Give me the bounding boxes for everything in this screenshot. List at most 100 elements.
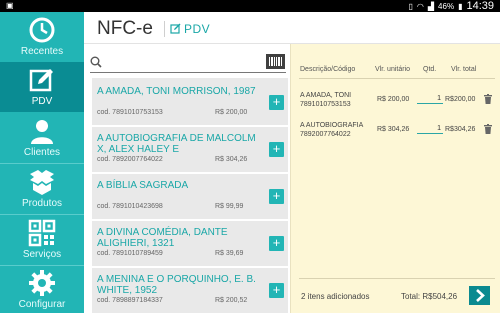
total-value: R$504,26 (422, 292, 458, 301)
plus-icon: + (272, 94, 281, 109)
column-header-qty: Qtd. (423, 66, 437, 73)
boxes-icon (30, 170, 54, 195)
product-name: A MENINA E O PORQUINHO, E. B. WHITE, 195… (97, 274, 256, 296)
next-button[interactable] (469, 286, 490, 305)
battery-percent: 46% (438, 1, 455, 11)
divider (92, 219, 288, 221)
product-price: R$ 39,69 (215, 250, 244, 257)
sidebar-item-label: Clientes (23, 147, 61, 158)
cart-item-name: A AUTOBIOGRAFIA (300, 122, 364, 129)
product-code: cod. 7891010789459 (97, 250, 163, 257)
edit-icon (170, 23, 181, 34)
divider (92, 266, 288, 268)
cart-total: Total: R$504,26 (401, 292, 457, 301)
product-card[interactable]: A DIVINA COMÉDIA, DANTE ALIGHIERI, 1321 … (97, 224, 287, 266)
cart-item-total: R$304,26 (445, 126, 476, 133)
image-notification-icon: ▣ (6, 1, 14, 10)
cart-item-code: 7892007764022 (300, 131, 351, 138)
sidebar-item-pdv[interactable]: PDV (0, 62, 84, 112)
chevron-right-icon (476, 289, 485, 302)
product-name: A AMADA, TONI MORRISON, 1987 (97, 86, 256, 97)
product-list: A AMADA, TONI MORRISON, 1987 cod. 789101… (92, 78, 288, 313)
product-price: R$ 304,26 (215, 156, 248, 163)
wifi-icon: ◠ (416, 1, 424, 11)
cart-item-unit-price: R$ 304,26 (377, 126, 410, 133)
divider (92, 172, 288, 174)
cart-row: A AMADA, TONI 7891010753153 R$ 200,00 R$… (291, 91, 500, 115)
vibrate-icon: ▯ (408, 1, 413, 11)
header-separator (164, 21, 165, 37)
header: NFC-e PDV (84, 12, 500, 44)
quantity-field[interactable] (417, 124, 443, 134)
divider (92, 125, 288, 127)
battery-icon: ▮ (458, 1, 463, 11)
cart-item-code: 7891010753153 (300, 101, 351, 108)
sidebar-item-label: PDV (31, 96, 53, 107)
person-icon (31, 120, 53, 144)
product-name: A AUTOBIOGRAFIA DE MALCOLM X, ALEX HALEY… (97, 133, 256, 155)
qr-code-icon (28, 219, 56, 247)
sidebar-item-clientes[interactable]: Clientes (0, 113, 84, 163)
plus-icon: + (272, 141, 281, 156)
sidebar-item-label: Configurar (18, 299, 66, 310)
sidebar-item-configurar[interactable]: Configurar (0, 266, 84, 313)
sidebar-item-servicos[interactable]: Serviços (0, 215, 84, 265)
sidebar: Recentes PDV Clientes Produtos Serviços … (0, 12, 84, 313)
product-code: cod. 7892007764022 (97, 156, 163, 163)
search-icon (90, 56, 102, 68)
add-product-button[interactable]: + (269, 189, 284, 204)
product-price: R$ 99,99 (215, 203, 244, 210)
product-card[interactable]: A BÍBLIA SAGRADA cod. 7891010423698 R$ 9… (97, 177, 287, 219)
items-count: 2 itens adicionados (301, 292, 370, 301)
product-price: R$ 200,00 (215, 109, 248, 116)
product-card[interactable]: A MENINA E O PORQUINHO, E. B. WHITE, 195… (97, 271, 287, 313)
sidebar-item-recentes[interactable]: Recentes (0, 12, 84, 62)
product-code: cod. 7891010423698 (97, 203, 163, 210)
sidebar-item-label: Produtos (21, 198, 63, 209)
search-underline (90, 72, 286, 73)
column-header-total: Vlr. total (451, 66, 477, 73)
cart-row: A AUTOBIOGRAFIA 7892007764022 R$ 304,26 … (291, 121, 500, 145)
sidebar-item-label: Serviços (22, 249, 62, 260)
add-product-button[interactable]: + (269, 283, 284, 298)
barcode-icon (269, 57, 282, 66)
cart-item-description: A AUTOBIOGRAFIA 7892007764022 (300, 121, 363, 139)
cart-item-unit-price: R$ 200,00 (377, 96, 410, 103)
column-header-unit-price: Vlr. unitário (375, 66, 411, 73)
quantity-field[interactable] (417, 94, 443, 104)
clock-time: 14:39 (466, 0, 494, 12)
sidebar-item-label: Recentes (20, 46, 64, 57)
cart-item-name: A AMADA, TONI (300, 92, 352, 99)
status-bar: ▣ ▯ ◠ ▟ 46% ▮ 14:39 (0, 0, 500, 12)
plus-icon: + (272, 235, 281, 250)
plus-icon: + (272, 188, 281, 203)
column-header-description: Descrição/Código (300, 66, 356, 73)
trash-icon[interactable] (484, 124, 492, 134)
section-title: PDV (184, 22, 211, 36)
product-panel: A AMADA, TONI MORRISON, 1987 cod. 789101… (84, 44, 290, 313)
search-input[interactable] (106, 54, 266, 70)
add-product-button[interactable]: + (269, 142, 284, 157)
cart-panel: Descrição/Código Vlr. unitário Qtd. Vlr.… (290, 44, 500, 313)
status-icons: ▯ ◠ ▟ 46% ▮ 14:39 (409, 0, 495, 12)
trash-icon[interactable] (484, 94, 492, 104)
clock-icon (29, 17, 55, 43)
cart-item-description: A AMADA, TONI 7891010753153 (300, 91, 351, 109)
add-product-button[interactable]: + (269, 236, 284, 251)
footer-divider (299, 278, 495, 279)
add-product-button[interactable]: + (269, 95, 284, 110)
barcode-scan-button[interactable] (266, 54, 285, 69)
product-price: R$ 200,52 (215, 297, 248, 304)
product-card[interactable]: A AUTOBIOGRAFIA DE MALCOLM X, ALEX HALEY… (97, 130, 287, 172)
product-code: cod. 7891010753153 (97, 109, 163, 116)
app-title: NFC-e (97, 18, 153, 39)
cart-item-total: R$200,00 (445, 96, 476, 103)
header-divider (299, 78, 495, 79)
total-label: Total: (401, 292, 421, 301)
gear-icon (29, 270, 55, 296)
product-name: A BÍBLIA SAGRADA (97, 180, 189, 191)
sidebar-item-produtos[interactable]: Produtos (0, 164, 84, 214)
product-code: cod. 7898897184337 (97, 297, 163, 304)
product-card[interactable]: A AMADA, TONI MORRISON, 1987 cod. 789101… (97, 83, 287, 125)
signal-icon: ▟ (427, 1, 435, 11)
